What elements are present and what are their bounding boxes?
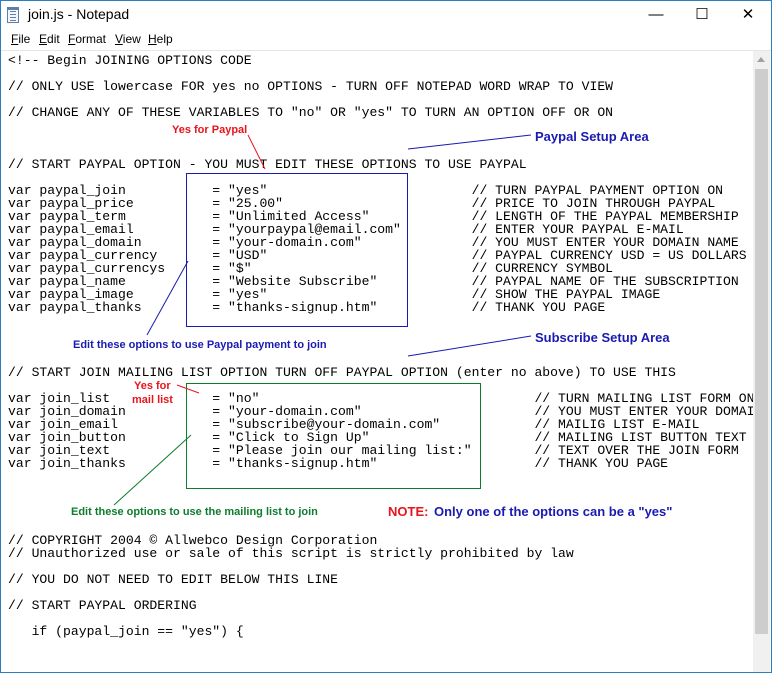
subscribe-setup-area-label: Subscribe Setup Area [535,330,670,345]
note-label: NOTE: [388,504,429,519]
yes-for-mail-label-2: mail list [132,394,173,406]
edit-mailing-pointer [113,434,192,506]
text-editor-area[interactable]: <!-- Begin JOINING OPTIONS CODE // ONLY … [1,51,753,672]
edit-mailing-label: Edit these options to use the mailing li… [71,506,318,518]
title-bar[interactable]: join.js - Notepad — ☐ ✕ [1,1,771,30]
yes-for-mail-label-1: Yes for [134,380,171,392]
annotation-lines [113,134,532,506]
yes-paypal-pointer [247,134,266,170]
menu-bar: File Edit Format View Help [1,30,771,51]
menu-file[interactable]: File [11,32,30,46]
edit-paypal-label: Edit these options to use Paypal payment… [73,339,327,351]
paypal-area-pointer [407,134,532,150]
menu-edit[interactable]: Edit [39,32,60,46]
menu-format[interactable]: Format [68,32,106,46]
yes-for-paypal-label: Yes for Paypal [172,124,248,136]
menu-help[interactable]: Help [148,32,173,46]
note-text: Only one of the options can be a "yes" [434,504,673,519]
notepad-icon [7,7,19,23]
subscribe-area-pointer [407,335,532,357]
vertical-scrollbar[interactable] [753,51,770,672]
window-title: join.js - Notepad [28,6,130,22]
scroll-up-arrow-icon[interactable] [753,51,770,68]
yes-mail-pointer [176,384,200,394]
maximize-button[interactable]: ☐ [679,1,725,30]
minimize-button[interactable]: — [633,1,679,30]
paypal-setup-area-label: Paypal Setup Area [535,129,649,144]
close-button[interactable]: ✕ [725,1,771,30]
edit-paypal-pointer [146,260,189,336]
menu-view[interactable]: View [115,32,141,46]
notepad-window: join.js - Notepad — ☐ ✕ File Edit Format… [0,0,772,673]
scroll-thumb[interactable] [755,69,768,634]
